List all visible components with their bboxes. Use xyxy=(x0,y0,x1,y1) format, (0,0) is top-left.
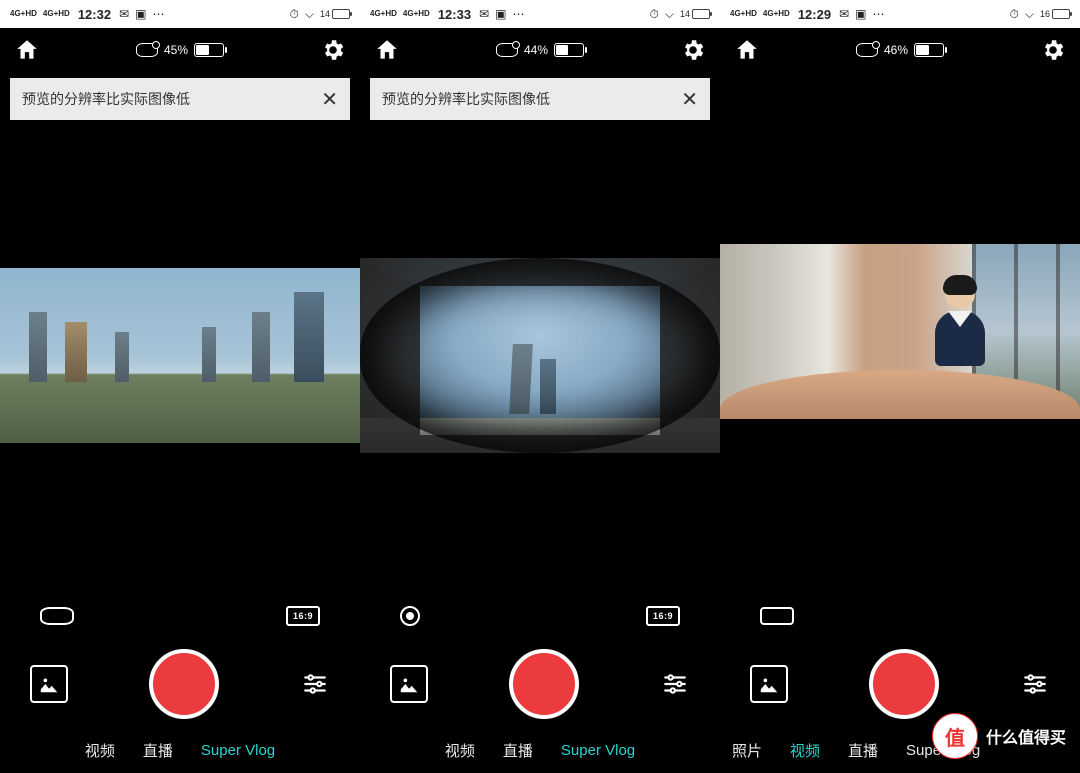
device-battery-percent: 46% xyxy=(884,43,908,57)
mode-tab[interactable]: 直播 xyxy=(503,740,533,761)
mode-tab[interactable]: 直播 xyxy=(848,740,878,761)
device-battery-percent: 45% xyxy=(164,43,188,57)
phone-screenshot: 4G+HD 4G+HD 12:33 ✉ ▣ ⋯ ⏱ ⌵ 14 44% 预览的分辨率比实际图像低 ✕ 16… xyxy=(360,0,720,773)
mode-tab[interactable]: 视频 xyxy=(445,740,475,761)
battery-icon xyxy=(914,43,944,57)
system-status-bar: 4G+HD 4G+HD 12:33 ✉ ▣ ⋯ ⏱ ⌵ 14 xyxy=(360,0,720,28)
watermark-text: 什么值得买 xyxy=(986,724,1066,748)
mode-selector[interactable]: 视频 直播 Super Vlog xyxy=(0,727,360,773)
mode-tab[interactable]: 视频 xyxy=(85,740,115,761)
mode-tab[interactable]: Super Vlog xyxy=(201,742,275,759)
device-battery-indicator: 44% xyxy=(496,43,584,57)
mode-tab[interactable]: 直播 xyxy=(143,740,173,761)
device-battery-indicator: 46% xyxy=(856,43,944,57)
home-button[interactable] xyxy=(374,37,400,63)
device-battery-percent: 44% xyxy=(524,43,548,57)
camera-preview[interactable] xyxy=(0,268,360,443)
camera-app: 46%照片视频直播Super Vlog xyxy=(720,28,1080,773)
chat-icon: ✉ xyxy=(119,7,129,21)
three-sixty-icon xyxy=(856,43,878,57)
banner-text: 预览的分辨率比实际图像低 xyxy=(22,89,190,109)
wifi-icon: ⌵ xyxy=(305,7,314,22)
projection-flat-button[interactable] xyxy=(760,607,794,625)
phone-screenshot: 4G+HD 4G+HD 12:32 ✉ ▣ ⋯ ⏱ ⌵ 14 45% 预览的分辨率比实际图像低 ✕ 16… xyxy=(0,0,360,773)
shutter-button[interactable] xyxy=(509,649,579,719)
three-sixty-icon xyxy=(496,43,518,57)
gallery-button[interactable] xyxy=(390,665,428,703)
projection-wide-button[interactable] xyxy=(40,607,74,625)
shutter-button[interactable] xyxy=(869,649,939,719)
alarm-icon: ⏱ xyxy=(1010,7,1019,22)
more-icon: ⋯ xyxy=(872,7,884,21)
projection-fisheye-button[interactable] xyxy=(400,606,420,626)
gallery-button[interactable] xyxy=(30,665,68,703)
settings-button[interactable] xyxy=(680,37,706,63)
adjustments-button[interactable] xyxy=(300,671,330,697)
device-battery-indicator: 45% xyxy=(136,43,224,57)
system-battery: 16 xyxy=(1040,9,1070,19)
alarm-icon: ⏱ xyxy=(650,7,659,22)
battery-icon xyxy=(554,43,584,57)
watermark: 值 什么值得买 xyxy=(932,713,1066,759)
camera-icon: ▣ xyxy=(135,7,146,21)
signal-icon: 4G+HD xyxy=(730,10,757,18)
system-status-bar: 4G+HD 4G+HD 12:29 ✉ ▣ ⋯ ⏱ ⌵ 16 xyxy=(720,0,1080,28)
alarm-icon: ⏱ xyxy=(290,7,299,22)
banner-text: 预览的分辨率比实际图像低 xyxy=(382,89,550,109)
more-icon: ⋯ xyxy=(512,7,524,21)
more-icon: ⋯ xyxy=(152,7,164,21)
close-icon[interactable]: ✕ xyxy=(681,87,698,112)
mode-tab[interactable]: 视频 xyxy=(790,740,820,761)
signal-icon: 4G+HD xyxy=(763,10,790,18)
clock: 12:32 xyxy=(78,7,111,22)
signal-icon: 4G+HD xyxy=(403,10,430,18)
watermark-badge-icon: 值 xyxy=(932,713,978,759)
gallery-button[interactable] xyxy=(750,665,788,703)
aspect-ratio-button[interactable]: 16:9 xyxy=(646,606,680,626)
clock: 12:33 xyxy=(438,7,471,22)
settings-button[interactable] xyxy=(1040,37,1066,63)
camera-app: 45% 预览的分辨率比实际图像低 ✕ 16:9 视频 直播 Super Vlog xyxy=(0,28,360,773)
mode-tab[interactable]: 照片 xyxy=(732,740,762,761)
home-button[interactable] xyxy=(14,37,40,63)
battery-icon xyxy=(194,43,224,57)
info-banner: 预览的分辨率比实际图像低 ✕ xyxy=(10,78,350,120)
system-battery: 14 xyxy=(680,9,710,19)
mode-selector[interactable]: 视频 直播 Super Vlog xyxy=(360,727,720,773)
aspect-ratio-button[interactable]: 16:9 xyxy=(286,606,320,626)
clock: 12:29 xyxy=(798,7,831,22)
chat-icon: ✉ xyxy=(479,7,489,21)
home-button[interactable] xyxy=(734,37,760,63)
settings-button[interactable] xyxy=(320,37,346,63)
system-battery: 14 xyxy=(320,9,350,19)
shutter-button[interactable] xyxy=(149,649,219,719)
signal-icon: 4G+HD xyxy=(370,10,397,18)
wifi-icon: ⌵ xyxy=(1025,7,1034,22)
camera-preview[interactable] xyxy=(360,258,720,453)
three-sixty-icon xyxy=(136,43,158,57)
camera-preview[interactable] xyxy=(720,244,1080,419)
camera-icon: ▣ xyxy=(855,7,866,21)
signal-icon: 4G+HD xyxy=(10,10,37,18)
chat-icon: ✉ xyxy=(839,7,849,21)
camera-icon: ▣ xyxy=(495,7,506,21)
info-banner: 预览的分辨率比实际图像低 ✕ xyxy=(370,78,710,120)
signal-icon: 4G+HD xyxy=(43,10,70,18)
phone-screenshot: 4G+HD4G+HD12:29✉▣⋯⏱⌵1646%照片视频直播Super Vlo… xyxy=(720,0,1080,773)
system-status-bar: 4G+HD 4G+HD 12:32 ✉ ▣ ⋯ ⏱ ⌵ 14 xyxy=(0,0,360,28)
camera-app: 44% 预览的分辨率比实际图像低 ✕ 16:9 视频 直播 Super Vlog xyxy=(360,28,720,773)
adjustments-button[interactable] xyxy=(660,671,690,697)
close-icon[interactable]: ✕ xyxy=(321,87,338,112)
adjustments-button[interactable] xyxy=(1020,671,1050,697)
mode-tab[interactable]: Super Vlog xyxy=(561,742,635,759)
wifi-icon: ⌵ xyxy=(665,7,674,22)
